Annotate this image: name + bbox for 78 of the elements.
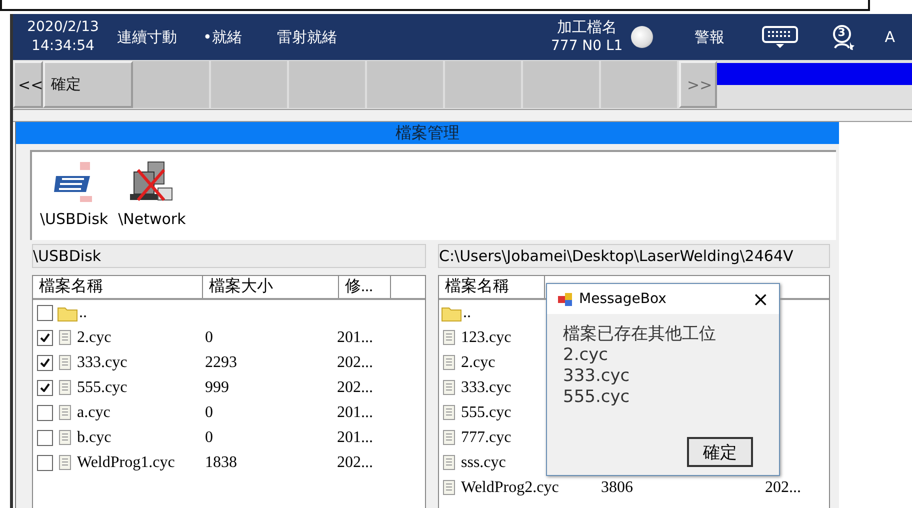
file-size: 2293 bbox=[205, 354, 238, 372]
message-text: 2.cyc bbox=[563, 345, 609, 366]
message-text: 333.cyc bbox=[563, 366, 631, 387]
checkbox[interactable] bbox=[37, 404, 53, 420]
file-icon bbox=[59, 355, 71, 370]
user-text[interactable]: A bbox=[884, 28, 895, 46]
time-text: 14:34:54 bbox=[32, 37, 94, 56]
file-name[interactable]: a.cyc bbox=[77, 404, 110, 422]
file-name[interactable]: .. bbox=[463, 304, 471, 322]
file-label: 加工檔名 bbox=[556, 18, 617, 37]
file-icon bbox=[59, 330, 71, 345]
status-text: 連續寸動 bbox=[117, 28, 178, 46]
ok-button[interactable]: 確定 bbox=[687, 437, 753, 467]
file-name[interactable]: .. bbox=[79, 304, 87, 322]
prev-button[interactable]: << bbox=[13, 61, 43, 108]
drive-label[interactable]: \USBDisk bbox=[40, 210, 108, 228]
file-name[interactable]: 333.cyc bbox=[77, 354, 128, 372]
message-text: 檔案已存在其他工位 bbox=[563, 324, 717, 345]
drive-label[interactable]: \Network bbox=[118, 210, 186, 228]
file-name[interactable]: WeldProg2.cyc bbox=[461, 478, 559, 496]
dialog-title: 檔案管理 bbox=[16, 122, 839, 144]
keyboard-icon[interactable] bbox=[760, 25, 799, 49]
confirm-button[interactable]: 確定 bbox=[43, 61, 133, 108]
file-value: 777 N0 L1 bbox=[551, 37, 623, 56]
file-icon bbox=[443, 405, 455, 420]
status-text: •就緒 bbox=[203, 28, 243, 46]
checkbox[interactable] bbox=[37, 354, 53, 370]
checkbox[interactable] bbox=[37, 330, 53, 346]
checkbox[interactable] bbox=[37, 454, 53, 470]
file-name[interactable]: 555.cyc bbox=[77, 378, 128, 396]
file-name[interactable]: 2.cyc bbox=[461, 354, 496, 372]
file-icon bbox=[443, 380, 455, 395]
file-name[interactable]: 123.cyc bbox=[461, 328, 512, 346]
file-name[interactable]: 777.cyc bbox=[461, 428, 512, 446]
file-size: 3806 bbox=[601, 478, 634, 496]
file-icon bbox=[443, 355, 455, 370]
file-icon bbox=[443, 330, 455, 345]
file-size: 0 bbox=[205, 428, 214, 446]
message-box-title: MessageBox bbox=[579, 291, 668, 307]
file-name[interactable]: sss.cyc bbox=[461, 454, 506, 472]
path-field: \USBDisk bbox=[32, 244, 426, 268]
file-date: 202... bbox=[765, 478, 802, 496]
file-name[interactable]: WeldProg1.cyc bbox=[77, 454, 175, 472]
checkbox[interactable] bbox=[37, 430, 53, 446]
checkbox[interactable] bbox=[37, 304, 53, 320]
file-date: 202... bbox=[337, 378, 374, 396]
file-size: 999 bbox=[205, 378, 230, 396]
file-date: 202... bbox=[337, 454, 374, 472]
column-header[interactable]: 檔案大小 bbox=[203, 276, 339, 298]
file-date: 201... bbox=[337, 328, 374, 346]
file-icon bbox=[59, 380, 71, 395]
file-name[interactable]: 2.cyc bbox=[77, 328, 112, 346]
message-text: 555.cyc bbox=[563, 387, 631, 408]
file-date: 202... bbox=[337, 354, 374, 372]
file-icon bbox=[59, 405, 71, 420]
checkbox[interactable] bbox=[37, 380, 53, 396]
file-size: 0 bbox=[205, 328, 214, 346]
file-name[interactable]: b.cyc bbox=[77, 428, 112, 446]
path-field: C:\Users\Jobamei\Desktop\LaserWelding\2464V bbox=[438, 244, 830, 268]
file-name[interactable]: 333.cyc bbox=[461, 378, 512, 396]
file-icon bbox=[443, 455, 455, 470]
file-date: 201... bbox=[337, 404, 374, 422]
date-text: 2020/2/13 bbox=[27, 18, 99, 37]
file-size: 0 bbox=[205, 404, 214, 422]
status-text: 雷射就緒 bbox=[277, 28, 338, 46]
app-icon bbox=[557, 291, 573, 307]
file-date: 201... bbox=[337, 428, 374, 446]
file-icon bbox=[443, 480, 455, 495]
file-icon bbox=[443, 430, 455, 445]
file-icon bbox=[59, 430, 71, 445]
close-button[interactable]: × bbox=[752, 287, 769, 311]
alarm-text[interactable]: 警報 bbox=[694, 28, 725, 46]
file-name[interactable]: 555.cyc bbox=[461, 404, 512, 422]
file-icon bbox=[59, 455, 71, 470]
column-header[interactable]: 檔案名稱 bbox=[439, 276, 545, 298]
column-header[interactable]: 檔案名稱 bbox=[33, 276, 203, 298]
column-header[interactable]: 修... bbox=[339, 276, 391, 298]
file-size: 1838 bbox=[205, 454, 238, 472]
